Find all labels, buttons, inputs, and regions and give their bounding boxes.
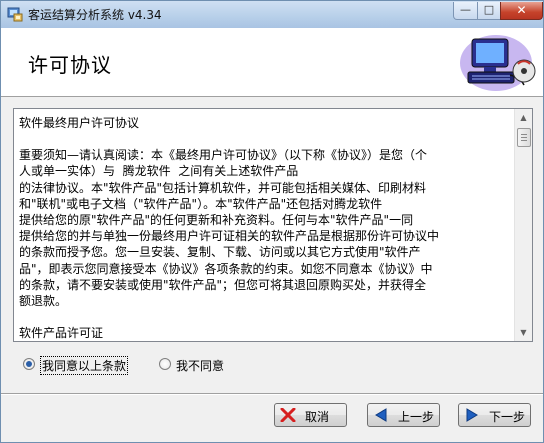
next-button[interactable]: 下一步 — [458, 403, 531, 427]
close-button[interactable]: ✕ — [500, 2, 543, 20]
license-line: 重要须知—请认真阅读：本《最终用户许可协议》（以下称《协议》）是您（个 — [19, 148, 428, 163]
window-title: 客运结算分析系统 v4.34 — [28, 8, 162, 22]
agree-radio-dot[interactable] — [23, 358, 35, 370]
maximize-button[interactable]: □ — [477, 2, 501, 20]
setup-app-icon — [7, 7, 23, 22]
license-line: 提供给您的并与单独一份最终用户许可证相关的软件产品是根据那份许可协议中 — [19, 229, 440, 244]
disagree-radio[interactable]: 我不同意 — [159, 356, 249, 374]
red-x-icon — [280, 408, 296, 422]
minimize-icon: — — [460, 3, 471, 16]
cancel-button-label: 取消 — [305, 410, 330, 424]
disagree-radio-label[interactable]: 我不同意 — [176, 357, 224, 374]
wizard-header: 许可协议 — [1, 28, 543, 97]
license-line: 额退款。 — [19, 294, 68, 309]
agree-radio-label[interactable]: 我同意以上条款 — [40, 356, 129, 375]
license-line: 人或单一实体）与 腾龙软件 之间有关上述软件产品 — [19, 164, 299, 179]
next-button-label: 下一步 — [489, 410, 526, 424]
title-bar[interactable]: 客运结算分析系统 v4.34 — □ ✕ — [1, 1, 543, 29]
scroll-down-icon[interactable]: ▼ — [515, 324, 532, 341]
back-button-label: 上一步 — [398, 410, 435, 424]
close-icon: ✕ — [516, 3, 527, 17]
minimize-button[interactable]: — — [453, 2, 478, 20]
license-line — [19, 309, 511, 325]
installer-window: 客运结算分析系统 v4.34 — □ ✕ 许可协议 软件最终用户许可协议 重要须… — [0, 0, 544, 443]
license-text-box[interactable]: 软件最终用户许可协议 重要须知—请认真阅读：本《最终用户许可协议》（以下称《协议… — [13, 108, 533, 342]
license-line — [19, 131, 511, 147]
computer-disk-icon — [460, 35, 536, 91]
scroll-thumb[interactable] — [517, 128, 531, 147]
license-line: 和"联机"或电子文档（"软件产品"）。本"软件产品"还包括对腾龙软件 — [19, 196, 383, 211]
maximize-icon: □ — [483, 3, 495, 16]
license-line: 的条款而授予您。您一旦安装、复制、下载、访问或以其它方式使用"软件产 — [19, 245, 421, 260]
license-text: 软件最终用户许可协议 重要须知—请认真阅读：本《最终用户许可协议》（以下称《协议… — [19, 115, 511, 341]
right-arrow-icon — [466, 408, 478, 422]
license-line: 软件最终用户许可协议 — [19, 116, 140, 130]
license-line: 提供给您的原"软件产品"的任何更新和补充资料。任何与本"软件产品"一同 — [19, 213, 414, 228]
scroll-up-icon[interactable]: ▲ — [515, 109, 532, 126]
license-line: 软件产品许可证 — [19, 326, 104, 341]
license-line: 品"，即表示您同意接受本《协议》各项条款的约束。如您不同意本《协议》中 — [19, 261, 433, 276]
disagree-radio-dot[interactable] — [159, 358, 171, 370]
page-title: 许可协议 — [28, 53, 112, 77]
footer-divider — [1, 393, 543, 395]
left-arrow-icon — [375, 408, 387, 422]
license-line: 的条款，请不要安装或使用"软件产品"；但您可将其退回原购买处，并获得全 — [19, 277, 427, 292]
license-scrollbar[interactable]: ▲ ▼ — [514, 109, 532, 341]
cancel-button[interactable]: 取消 — [274, 403, 347, 427]
license-line: 的法律协议。本"软件产品"包括计算机软件，并可能包括相关媒体、印刷材料 — [19, 180, 427, 195]
agree-radio[interactable]: 我同意以上条款 — [23, 356, 133, 375]
back-button[interactable]: 上一步 — [367, 403, 440, 427]
